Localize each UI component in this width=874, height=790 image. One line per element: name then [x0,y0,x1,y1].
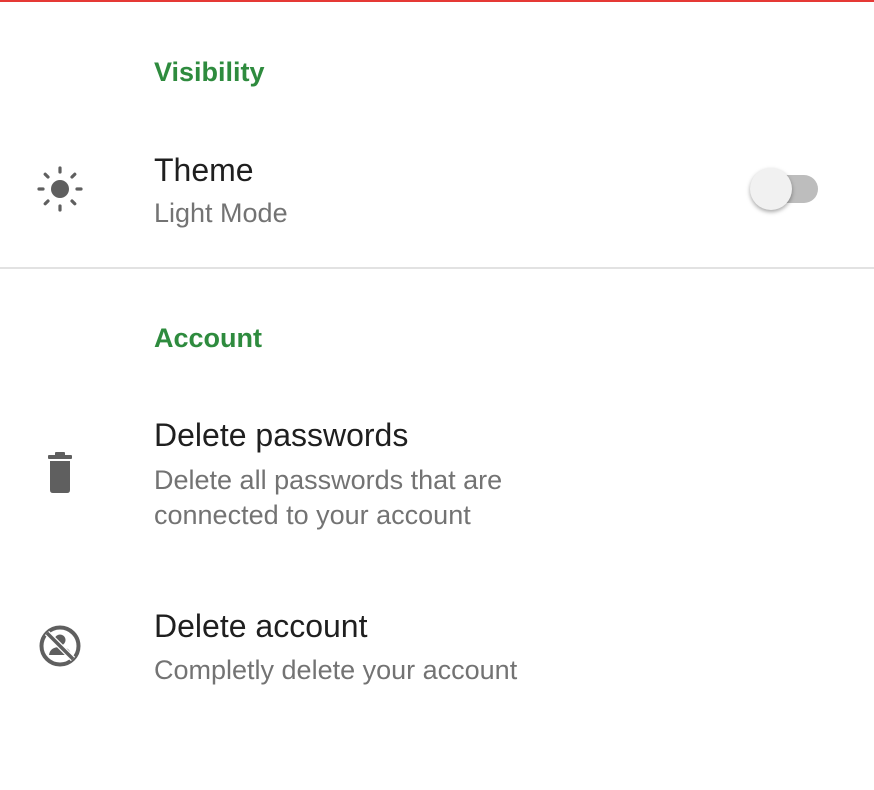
section-header-account: Account [154,323,262,353]
theme-toggle-switch[interactable] [750,166,822,212]
theme-summary: Light Mode [154,198,288,228]
section-divider [0,267,874,269]
top-accent-line [0,0,874,2]
delete-account-title: Delete account [154,608,368,644]
theme-title: Theme [154,152,254,188]
delete-passwords-title: Delete passwords [154,417,409,453]
preference-delete-account[interactable]: Delete account Completly delete your acc… [0,596,874,696]
section-header-visibility: Visibility [154,57,265,87]
account-off-icon [36,622,84,670]
preference-theme[interactable]: Theme Light Mode [0,140,874,240]
preference-delete-passwords[interactable]: Delete passwords Delete all passwords th… [0,405,874,545]
delete-account-summary: Completly delete your account [154,655,518,685]
trash-icon [36,449,84,497]
delete-passwords-summary: Delete all passwords that are connected … [154,463,574,533]
switch-thumb [750,168,792,210]
delete-passwords-summary-line1: Delete all passwords that are [154,465,503,495]
brightness-sun-icon [36,165,84,213]
delete-passwords-summary-line2: connected to your account [154,500,471,530]
